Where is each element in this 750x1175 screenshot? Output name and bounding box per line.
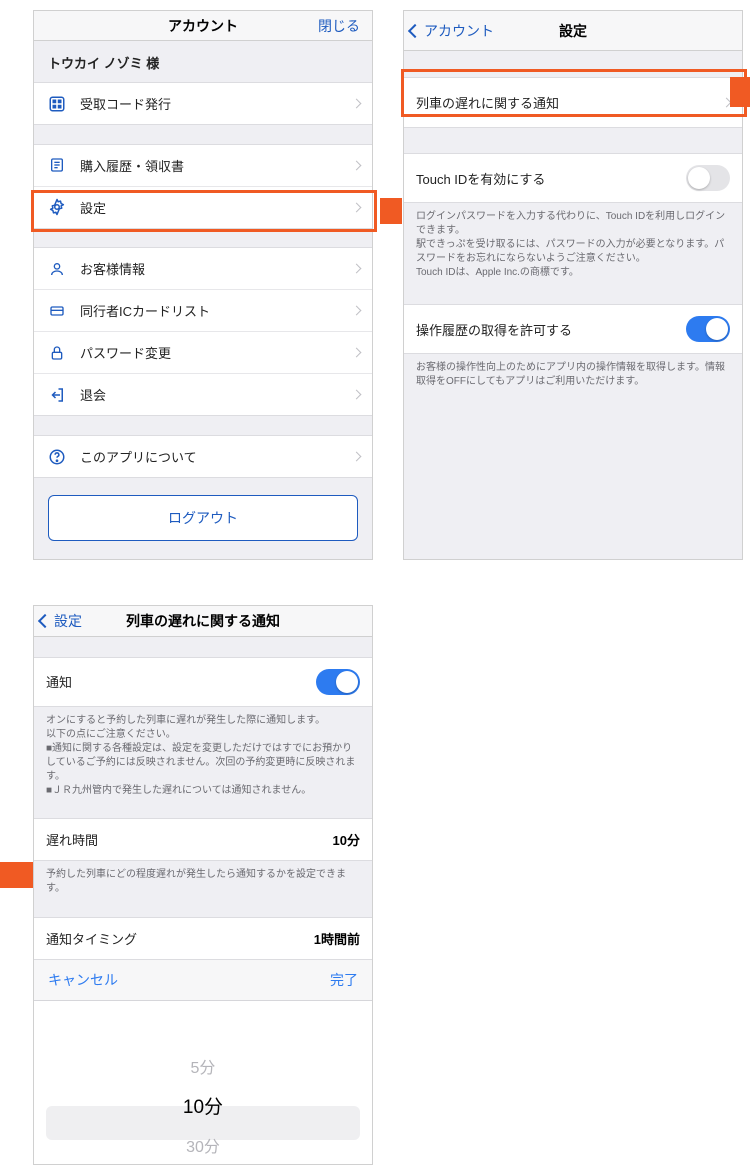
chevron-right-icon bbox=[352, 452, 362, 462]
row-delay-time[interactable]: 遅れ時間 10分 bbox=[34, 818, 372, 861]
chevron-right-icon bbox=[352, 348, 362, 358]
navbar: アカウント 設定 bbox=[404, 11, 742, 51]
row-touch-id: Touch IDを有効にする bbox=[404, 153, 742, 203]
row-label: パスワード変更 bbox=[80, 343, 345, 362]
lock-icon bbox=[46, 344, 68, 362]
delay-notice-screen: 設定 列車の遅れに関する通知 通知 オンにすると予約した列車に遅れが発生した際に… bbox=[33, 605, 373, 1165]
chevron-left-icon bbox=[38, 614, 52, 628]
logout-button[interactable]: ログアウト bbox=[48, 495, 358, 541]
touch-id-toggle[interactable] bbox=[686, 165, 730, 191]
chevron-right-icon bbox=[352, 160, 362, 170]
row-delay-notice[interactable]: 列車の遅れに関する通知 bbox=[404, 77, 742, 128]
delay-time-value: 10分 bbox=[333, 830, 360, 849]
row-label: 購入履歴・領収書 bbox=[80, 156, 345, 175]
timing-value: 1時間前 bbox=[314, 929, 360, 948]
row-label: 遅れ時間 bbox=[46, 830, 333, 849]
navbar: アカウント 閉じる bbox=[34, 11, 372, 41]
row-history[interactable]: 購入履歴・領収書 bbox=[34, 144, 372, 187]
picker-option[interactable]: 5分 bbox=[183, 1047, 223, 1085]
card-icon bbox=[46, 303, 68, 319]
picker-wheel[interactable]: 5分 10分 30分 bbox=[34, 1001, 372, 1164]
settings-screen: アカウント 設定 列車の遅れに関する通知 Touch IDを有効にする ログイン… bbox=[403, 10, 743, 560]
picker-cancel-button[interactable]: キャンセル bbox=[48, 970, 118, 990]
history-consent-help: お客様の操作性向上のためにアプリ内の操作情報を取得します。情報取得をOFFにして… bbox=[404, 353, 742, 399]
picker-done-button[interactable]: 完了 bbox=[330, 970, 358, 990]
history-consent-toggle[interactable] bbox=[686, 316, 730, 342]
back-button[interactable]: 設定 bbox=[34, 611, 82, 631]
row-label: 通知 bbox=[46, 672, 316, 691]
back-button[interactable]: アカウント bbox=[404, 21, 494, 41]
row-label: お客様情報 bbox=[80, 259, 345, 278]
notify-toggle[interactable] bbox=[316, 669, 360, 695]
picker-toolbar: キャンセル 完了 bbox=[34, 959, 372, 1001]
row-password[interactable]: パスワード変更 bbox=[34, 331, 372, 374]
row-label: 操作履歴の取得を許可する bbox=[416, 320, 686, 339]
account-screen: アカウント 閉じる トウカイ ノゾミ 様 受取コード発行 購入履歴・領収書 設定… bbox=[33, 10, 373, 560]
row-label: このアプリについて bbox=[80, 447, 345, 466]
row-history-consent: 操作履歴の取得を許可する bbox=[404, 304, 742, 354]
navbar: 設定 列車の遅れに関する通知 bbox=[34, 606, 372, 637]
row-about[interactable]: このアプリについて bbox=[34, 435, 372, 478]
row-label: 受取コード発行 bbox=[80, 94, 345, 113]
gear-icon bbox=[46, 198, 68, 216]
row-customer-info[interactable]: お客様情報 bbox=[34, 247, 372, 290]
touch-id-help: ログインパスワードを入力する代わりに、Touch IDを利用しログインできます。… bbox=[404, 202, 742, 290]
chevron-right-icon bbox=[352, 99, 362, 109]
delay-time-help: 予約した列車にどの程度遅れが発生したら通知するかを設定できます。 bbox=[34, 860, 372, 906]
row-label: 列車の遅れに関する通知 bbox=[416, 93, 715, 112]
row-pickup-code[interactable]: 受取コード発行 bbox=[34, 82, 372, 125]
row-label: Touch IDを有効にする bbox=[416, 169, 686, 188]
back-label: アカウント bbox=[424, 21, 494, 41]
row-label: 退会 bbox=[80, 385, 345, 404]
row-notify: 通知 bbox=[34, 657, 372, 707]
notify-help: オンにすると予約した列車に遅れが発生した際に通知します。 以下の点にご注意くださ… bbox=[34, 706, 372, 808]
chevron-right-icon bbox=[352, 390, 362, 400]
exit-icon bbox=[46, 386, 68, 404]
row-withdraw[interactable]: 退会 bbox=[34, 373, 372, 416]
back-label: 設定 bbox=[54, 611, 82, 631]
close-button[interactable]: 閉じる bbox=[318, 16, 372, 36]
nav-title: 列車の遅れに関する通知 bbox=[34, 611, 372, 631]
highlight-arrow-icon bbox=[730, 77, 750, 107]
receipt-icon bbox=[46, 156, 68, 174]
chevron-right-icon bbox=[352, 306, 362, 316]
qr-icon bbox=[46, 95, 68, 113]
row-label: 通知タイミング bbox=[46, 929, 314, 948]
chevron-right-icon bbox=[352, 264, 362, 274]
person-icon bbox=[46, 260, 68, 278]
highlight-arrow-icon bbox=[380, 198, 402, 224]
row-label: 設定 bbox=[80, 198, 345, 217]
row-companion-ic[interactable]: 同行者ICカードリスト bbox=[34, 289, 372, 332]
chevron-right-icon bbox=[352, 202, 362, 212]
picker-option-selected[interactable]: 10分 bbox=[183, 1085, 223, 1126]
picker-option[interactable]: 30分 bbox=[183, 1126, 223, 1164]
row-label: 同行者ICカードリスト bbox=[80, 301, 345, 320]
highlight-arrow-icon bbox=[0, 862, 33, 888]
chevron-left-icon bbox=[408, 23, 422, 37]
row-settings[interactable]: 設定 bbox=[34, 186, 372, 229]
help-icon bbox=[46, 448, 68, 466]
user-name-header: トウカイ ノゾミ 様 bbox=[34, 41, 372, 82]
row-timing[interactable]: 通知タイミング 1時間前 bbox=[34, 917, 372, 960]
